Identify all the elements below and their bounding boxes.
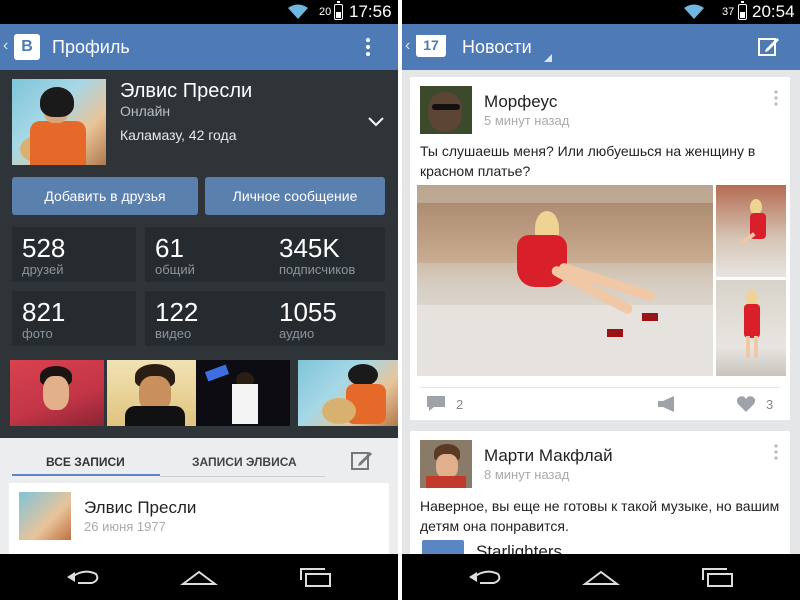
news-post: Марти Макфлай 8 минут назад Наверное, вы… [410,431,790,556]
wifi-icon [288,4,308,19]
post-date: 26 июня 1977 [84,519,166,534]
recent-apps-icon[interactable] [296,566,336,588]
comment-icon[interactable] [426,395,446,413]
post-author[interactable]: Морфеус [484,92,557,112]
like-heart-icon[interactable] [736,395,756,413]
recent-apps-icon[interactable] [698,566,738,588]
avatar[interactable] [420,440,472,488]
post-author[interactable]: Элвис Пресли [84,498,196,518]
divider [420,387,780,388]
back-chevron-icon[interactable]: ‹ [3,37,8,55]
action-bar: ‹ В Профиль [0,24,398,70]
stat-label: друзей [22,262,64,277]
post-time: 8 минут назад [484,467,570,482]
home-icon[interactable] [179,566,219,588]
send-message-button[interactable]: Личное сообщение [205,177,385,215]
news-post: Морфеус 5 минут назад Ты слушаешь меня? … [410,77,790,420]
stat-value: 345K [279,233,340,263]
stat-label: фото [22,326,53,341]
tab-divider [160,476,326,477]
avatar[interactable] [19,492,71,540]
like-count: 3 [766,397,774,412]
post-menu-icon[interactable] [774,444,778,460]
stat-label: видео [155,326,192,341]
post-photo-tertiary[interactable] [716,280,786,376]
stat-label: подписчиков [279,262,356,277]
profile-name: Элвис Пресли [120,80,253,102]
status-bar: 37 20:54 [402,0,800,24]
battery-percent: 20 [319,6,332,18]
post-photo-main[interactable] [417,185,713,376]
page-title: Профиль [52,37,130,57]
battery-icon [334,1,343,20]
stat-label: аудио [279,326,315,341]
back-icon[interactable] [466,566,506,588]
stat-value: 122 [155,297,199,327]
online-status: Онлайн [120,103,171,119]
stat-videos[interactable]: 122 видео [145,291,269,346]
system-nav-bar [0,554,398,600]
photo-thumbnail[interactable] [10,360,104,426]
post-text: Наверное, вы еще не готовы к такой музык… [420,498,780,534]
clock: 17:56 [349,2,392,21]
stat-value: 821 [22,297,66,327]
active-tab-indicator [12,474,160,476]
stat-followers[interactable]: 345K подписчиков [269,227,385,282]
status-bar: 20 17:56 [0,0,398,24]
stat-photos[interactable]: 821 фото [12,291,136,346]
add-friend-button[interactable]: Добавить в друзья [12,177,198,215]
profile-screen: 20 17:56 ‹ В Профиль Элвис Пресли Онлайн… [0,0,398,600]
back-chevron-icon[interactable]: ‹ [405,37,410,55]
stat-value: 528 [22,233,66,263]
stat-friends[interactable]: 528 друзей [12,227,136,282]
post-text: Ты слушаешь меня? Или любуешься на женщи… [420,143,756,179]
photo-thumbnail[interactable] [196,360,290,426]
compose-icon[interactable] [350,449,374,471]
stat-audio[interactable]: 1055 аудио [269,291,385,346]
stat-mutual[interactable]: 61 общий [145,227,269,282]
system-nav-bar [402,554,800,600]
action-bar: ‹ 17 Новости [402,24,800,70]
chevron-down-icon[interactable] [367,115,385,129]
stat-label: общий [155,262,195,277]
share-megaphone-icon[interactable] [656,395,678,413]
post-photo-secondary[interactable] [716,185,786,277]
tab-owner-posts[interactable]: ЗАПИСИ ЭЛВИСА [192,455,297,469]
photo-thumbnail[interactable] [298,360,398,426]
clock: 20:54 [752,2,795,21]
home-icon[interactable] [581,566,621,588]
profile-avatar[interactable] [12,79,106,165]
vk-logo-icon[interactable]: В [14,34,40,60]
post-time: 5 минут назад [484,113,570,128]
post-menu-icon[interactable] [774,90,778,106]
back-icon[interactable] [64,566,104,588]
wifi-icon [684,4,704,19]
profile-location: Каламазу, 42 года [120,127,237,143]
stat-value: 1055 [279,297,337,327]
battery-icon [738,1,747,20]
news-badge-count: 17 [423,37,439,53]
photo-thumbnail[interactable] [107,360,201,426]
news-badge-icon[interactable]: 17 [416,31,446,57]
dropdown-indicator-icon [544,54,552,62]
post-author[interactable]: Марти Макфлай [484,446,613,466]
avatar[interactable] [420,86,472,134]
compose-icon[interactable] [757,34,781,58]
battery-percent: 37 [722,6,735,18]
news-screen: 37 20:54 ‹ 17 Новости Морфеус 5 минут на… [402,0,800,600]
tab-all-posts[interactable]: ВСЕ ЗАПИСИ [46,455,125,469]
stat-value: 61 [155,233,184,263]
comment-count: 2 [456,397,464,412]
page-title[interactable]: Новости [462,37,532,58]
overflow-menu-icon[interactable] [365,37,371,57]
wall-post[interactable]: Элвис Пресли 26 июня 1977 [9,483,389,563]
